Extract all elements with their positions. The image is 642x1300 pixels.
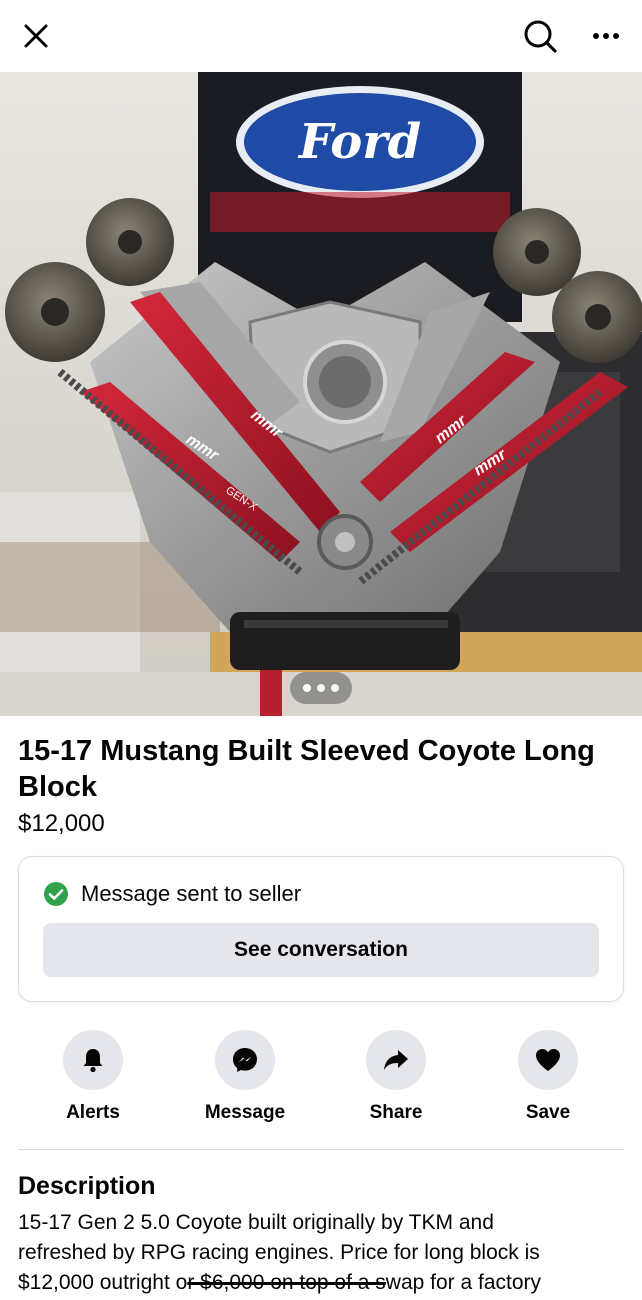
description-fragment: wap for a factory bbox=[385, 1271, 542, 1294]
save-button[interactable]: Save bbox=[473, 1030, 623, 1130]
listing-price: $12,000 bbox=[18, 810, 105, 837]
listing-photo[interactable]: Ford mmr mmr GEN-X mmr mmr bbox=[0, 72, 642, 716]
alerts-button[interactable]: Alerts bbox=[18, 1030, 168, 1130]
more-options-button[interactable] bbox=[582, 12, 630, 60]
description-line: 15-17 Gen 2 5.0 Coyote built originally … bbox=[18, 1211, 494, 1234]
see-conversation-button[interactable]: See conversation bbox=[43, 923, 599, 977]
description-line: $12,000 outright or $6,000 on top of a s… bbox=[18, 1268, 624, 1298]
message-label: Message bbox=[204, 1102, 286, 1123]
message-button[interactable]: Message bbox=[170, 1030, 320, 1130]
message-circle[interactable] bbox=[215, 1030, 275, 1090]
close-button[interactable] bbox=[12, 12, 60, 60]
message-status-card: Message sent to seller See conversation bbox=[18, 856, 624, 1002]
listing-title: 15-17 Mustang Built Sleeved Coyote Long … bbox=[18, 735, 595, 803]
message-sent-row: Message sent to seller bbox=[43, 879, 301, 909]
photo-pager[interactable] bbox=[290, 672, 352, 704]
share-button[interactable]: Share bbox=[321, 1030, 471, 1130]
top-bar bbox=[0, 0, 642, 72]
search-button[interactable] bbox=[516, 12, 564, 60]
share-label: Share bbox=[369, 1102, 423, 1123]
description-line: refreshed by RPG racing engines. Price f… bbox=[18, 1241, 540, 1264]
save-circle[interactable] bbox=[518, 1030, 578, 1090]
message-sent-label: Message sent to seller bbox=[81, 881, 302, 906]
action-row: Alerts Message Share Save bbox=[18, 1030, 624, 1130]
ford-logo-text: Ford bbox=[297, 114, 421, 170]
pager-dot[interactable] bbox=[317, 684, 325, 692]
description-heading: Description bbox=[18, 1172, 156, 1200]
bell-icon bbox=[83, 1049, 103, 1073]
more-icon bbox=[593, 33, 619, 39]
share-circle[interactable] bbox=[366, 1030, 426, 1090]
pager-dot[interactable] bbox=[331, 684, 339, 692]
alerts-circle[interactable] bbox=[63, 1030, 123, 1090]
check-circle-icon bbox=[44, 882, 68, 906]
save-label: Save bbox=[525, 1102, 571, 1123]
heart-icon bbox=[536, 1049, 560, 1071]
messenger-icon bbox=[233, 1048, 257, 1072]
description-strikethrough: r $6,000 on top of a s bbox=[187, 1271, 386, 1294]
section-divider bbox=[18, 1149, 624, 1150]
engine-photo-illustration: Ford mmr mmr GEN-X mmr mmr bbox=[0, 72, 642, 716]
pager-dot-active[interactable] bbox=[303, 684, 311, 692]
description-text: 15-17 Gen 2 5.0 Coyote built originally … bbox=[18, 1208, 624, 1298]
search-icon bbox=[524, 20, 557, 53]
description-fragment: $12,000 outright o bbox=[18, 1271, 188, 1294]
alerts-label: Alerts bbox=[66, 1102, 120, 1123]
close-icon bbox=[24, 24, 48, 48]
share-arrow-icon bbox=[384, 1050, 408, 1070]
